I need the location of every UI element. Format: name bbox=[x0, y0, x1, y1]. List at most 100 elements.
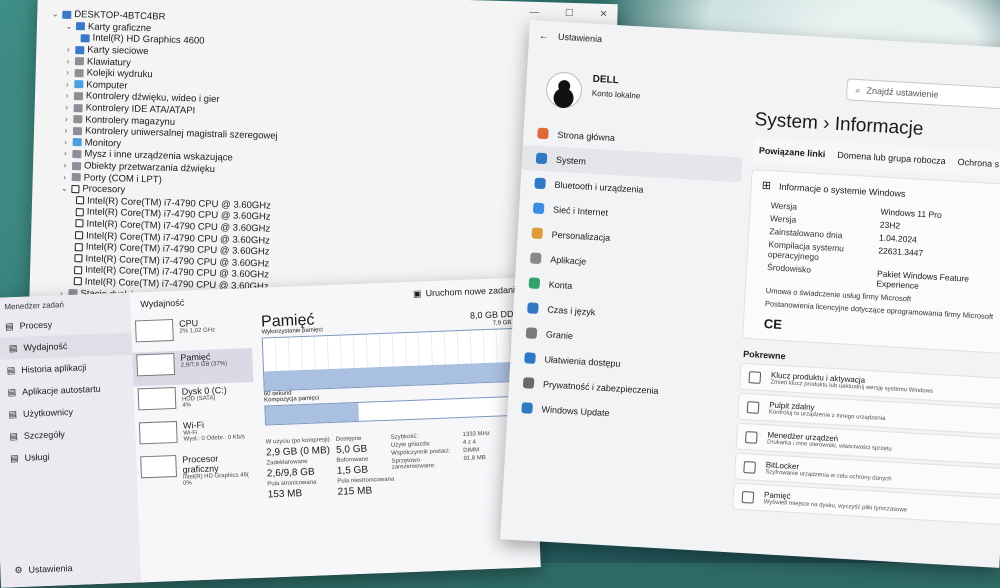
chevron-right-icon[interactable]: › bbox=[63, 103, 71, 112]
resource-item[interactable]: Wi-Fi Wi-Fi Wysł.: 0 Odebr.: 0 Kb/s bbox=[135, 416, 256, 455]
cpu-icon bbox=[74, 242, 83, 252]
task-manager-window: Menedżer zadań ▤ Procesy ▤ Wydajność ▤ Histor… bbox=[0, 277, 541, 588]
chevron-right-icon[interactable]: › bbox=[62, 126, 70, 135]
chevron-down-icon[interactable]: ⌄ bbox=[51, 10, 59, 19]
chevron-down-icon[interactable]: ⌄ bbox=[65, 22, 73, 31]
related-setting-icon bbox=[748, 370, 762, 384]
computer-icon bbox=[62, 10, 72, 19]
usb-icon bbox=[72, 126, 83, 136]
startup-icon: ▤ bbox=[7, 386, 17, 397]
chevron-right-icon[interactable]: › bbox=[61, 149, 69, 158]
run-task-label: Uruchom nowe zadanie bbox=[425, 284, 521, 299]
update-icon bbox=[521, 402, 533, 414]
settings-nav-label: Personalizacja bbox=[551, 229, 611, 243]
settings-nav-label: Aplikacje bbox=[549, 254, 587, 267]
resource-sub2: 4% bbox=[182, 402, 192, 409]
breadcrumb-informacje: Informacje bbox=[834, 113, 924, 140]
breadcrumb-system[interactable]: System bbox=[754, 109, 818, 134]
memory-stat-value: 5,0 GB bbox=[335, 443, 368, 456]
network-adapter-icon bbox=[75, 45, 85, 54]
windows-card-title[interactable]: Informacje o systemie Windows bbox=[779, 181, 906, 198]
search-input[interactable]: ⌕ Znajdź ustawienie bbox=[845, 78, 1000, 112]
run-task-button[interactable]: ▣ Uruchom nowe zadanie bbox=[413, 284, 520, 299]
tm-nav-services[interactable]: ▤ Usługi bbox=[0, 443, 136, 470]
chevron-right-icon[interactable]: › bbox=[64, 45, 72, 54]
resource-item[interactable]: Dysk 0 (C:) HDD (SATA) 4% bbox=[134, 382, 255, 421]
chevron-right-icon[interactable]: › bbox=[62, 138, 70, 147]
related-setting-text: Pamięć Wyświetl miejsce na dysku, wyczyść… bbox=[763, 490, 907, 513]
resource-item[interactable]: Procesor graficzny Intel(R) HD Graphics 4… bbox=[136, 450, 257, 489]
breadcrumb-separator: › bbox=[822, 113, 831, 135]
display-adapter-icon bbox=[75, 22, 86, 31]
bluetooth-icon bbox=[534, 177, 546, 190]
chevron-right-icon[interactable]: › bbox=[61, 172, 69, 181]
cpu-icon bbox=[74, 254, 83, 263]
settings-nav-label: Prywatność i zabezpieczenia bbox=[542, 378, 659, 396]
close-icon[interactable]: ✕ bbox=[599, 8, 607, 19]
tm-settings-item[interactable]: ⚙ Ustawienia bbox=[0, 554, 141, 581]
device-tree-label: Klawiatury bbox=[86, 56, 131, 69]
chevron-right-icon[interactable]: › bbox=[63, 80, 71, 89]
resource-sub: 2% 1,02 GHz bbox=[179, 327, 216, 335]
chevron-right-icon[interactable]: › bbox=[62, 114, 70, 123]
user-name: DELL bbox=[592, 73, 620, 87]
port-icon bbox=[71, 173, 81, 182]
chevron-right-icon[interactable]: › bbox=[61, 161, 69, 170]
settings-nav-label: Granie bbox=[545, 328, 574, 341]
brush-icon bbox=[531, 227, 544, 240]
settings-nav-label: Konta bbox=[548, 279, 573, 291]
related-link[interactable]: Domena lub grupa robocza bbox=[837, 150, 946, 166]
resource-sparkline bbox=[137, 386, 177, 411]
memory-stat-value: 153 MB bbox=[267, 488, 303, 501]
storage-icon bbox=[73, 115, 83, 124]
related-link[interactable]: Ochrona s bbox=[957, 157, 999, 169]
chevron-right-icon[interactable]: › bbox=[64, 68, 72, 77]
memory-stat-value: 2,6/9,8 GB bbox=[266, 466, 315, 480]
app-title-text: Menedżer zadań bbox=[4, 299, 65, 311]
system-icon bbox=[535, 152, 548, 165]
windows-spec-card: ⊞ Informacje o systemie Windows Wersja Wi… bbox=[742, 169, 1000, 356]
related-setting-text: Menedżer urządzeń Drukarka i inne sterown… bbox=[767, 430, 892, 452]
tm-nav-label: Aplikacje autostartu bbox=[21, 383, 101, 397]
memory-usage-fill bbox=[264, 361, 515, 391]
chevron-right-icon[interactable]: › bbox=[63, 91, 71, 100]
tm-nav-label: Szczegóły bbox=[23, 429, 66, 441]
display-adapter-icon bbox=[80, 34, 90, 43]
settings-nav-label: Ułatwienia dostępu bbox=[544, 353, 621, 369]
printer-icon bbox=[74, 68, 84, 78]
memory-hw-value: DIMM bbox=[463, 447, 480, 454]
resource-sparkline bbox=[134, 318, 174, 343]
memory-stats: W użyciu (po kompresji) Dostępne 2,9 GB (0… bbox=[266, 435, 398, 501]
memory-hw-key: Sprzętowo zarezerwowane: bbox=[391, 457, 436, 471]
cpu-icon bbox=[71, 184, 80, 193]
chevron-down-icon[interactable]: ⌄ bbox=[60, 184, 68, 193]
related-setting-text: Klucz produktu i aktywacja Zmień klucz pr… bbox=[770, 370, 933, 394]
resource-sub: 2,9/7,9 GB (37%) bbox=[180, 360, 228, 369]
resource-text: Pamięć 2,9/7,9 GB (37%) bbox=[180, 351, 227, 383]
chevron-right-icon[interactable]: › bbox=[64, 56, 72, 66]
task-manager-sidebar: Menedżer zadań ▤ Procesy ▤ Wydajność ▤ Histor… bbox=[0, 292, 142, 588]
tm-nav-label: Użytkownicy bbox=[22, 406, 74, 419]
maximize-icon[interactable]: ☐ bbox=[565, 7, 574, 18]
resource-item[interactable]: Pamięć 2,9/7,9 GB (37%) bbox=[132, 347, 254, 387]
back-arrow-icon[interactable]: ← bbox=[539, 31, 549, 42]
minimize-icon[interactable]: — bbox=[529, 6, 539, 17]
related-setting-text: Pulpit zdalny Kontroluj to urządzenie z i… bbox=[769, 400, 886, 422]
memory-usage-graph bbox=[261, 327, 516, 392]
windows-spec-list: Wersja Windows 11 Pro Wersja 23H2 Zainstalow… bbox=[756, 200, 1000, 297]
device-tree-label: Karty graficzne bbox=[87, 21, 152, 35]
related-setting-icon bbox=[741, 490, 755, 504]
windows-spec-key: Środowisko bbox=[766, 262, 812, 275]
windows-spec-key: Kompilacja systemu operacyjnego bbox=[767, 239, 845, 263]
memory-usage-label: Wykorzystanie pamięci bbox=[261, 327, 323, 336]
tm-nav-label: Procesy bbox=[19, 319, 53, 331]
windows-spec-value: Pakiet Windows Feature Experience bbox=[876, 268, 970, 291]
cpu-icon bbox=[75, 196, 85, 205]
resource-name: Procesor graficzny bbox=[182, 453, 219, 475]
settings-sidebar: DELL Konto lokalne Strona główna System Bl… bbox=[507, 60, 747, 432]
device-tree-label: Procesory bbox=[82, 183, 126, 196]
resource-item[interactable]: CPU 2% 1,02 GHz bbox=[131, 314, 252, 353]
memory-stat-key: Dostępne bbox=[335, 435, 362, 443]
tm-nav-label: Wydajność bbox=[23, 341, 68, 353]
resource-text: Wi-Fi Wi-Fi Wysł.: 0 Odebr.: 0 Kb/s bbox=[183, 418, 245, 450]
